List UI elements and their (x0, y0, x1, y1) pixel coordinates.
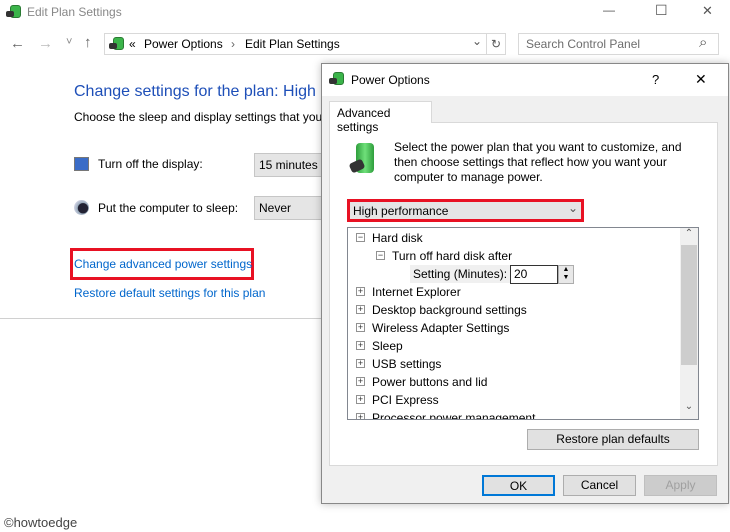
settings-tree[interactable]: − Hard disk − Turn off hard disk after Set… (347, 227, 699, 420)
expand-icon[interactable]: + (356, 359, 365, 369)
search-input[interactable]: Search Control Panel ⌕ (518, 33, 719, 55)
address-dropdown-icon[interactable]: ⌄ (472, 34, 482, 48)
power-options-icon (109, 36, 125, 52)
tree-item-label: USB settings (372, 357, 442, 371)
expand-icon[interactable]: + (356, 377, 365, 387)
setting-minutes-input[interactable]: 20 (510, 265, 558, 284)
refresh-button[interactable]: ↻ (486, 34, 505, 54)
expand-icon[interactable]: + (356, 287, 365, 297)
expand-icon[interactable]: + (356, 323, 365, 333)
tree-item-processor-power[interactable]: + Processor power management (356, 409, 536, 420)
tree-item-desktop-background[interactable]: + Desktop background settings (356, 301, 527, 319)
help-button[interactable]: ? (652, 72, 659, 87)
restore-default-settings-link[interactable]: Restore default settings for this plan (74, 286, 265, 300)
tree-item-usb-settings[interactable]: + USB settings (356, 355, 441, 373)
setting-minutes-label: Setting (Minutes): (410, 265, 511, 283)
collapse-icon[interactable]: − (356, 233, 365, 243)
tree-item-label: Turn off hard disk after (392, 249, 513, 263)
power-options-icon (329, 71, 345, 87)
recent-locations-button[interactable]: ˅ (66, 36, 72, 48)
sleep-setting-label: Put the computer to sleep: (98, 201, 239, 215)
intro-line: computer to manage power. (394, 170, 543, 184)
minimize-button[interactable]: — (603, 3, 615, 17)
display-clock-icon (74, 157, 89, 171)
expand-icon[interactable]: + (356, 341, 365, 351)
sleep-timeout-select[interactable]: Never (254, 196, 324, 220)
forward-button[interactable]: → (38, 35, 53, 52)
tree-item-sleep[interactable]: + Sleep (356, 337, 403, 355)
display-timeout-select[interactable]: 15 minutes (254, 153, 324, 177)
scroll-up-icon[interactable]: ⌃ (680, 228, 698, 245)
breadcrumb-power-options[interactable]: Power Options (144, 37, 223, 51)
tree-item-label: Internet Explorer (372, 285, 461, 299)
back-button[interactable]: ← (10, 35, 25, 52)
breadcrumb-prefix[interactable]: « (129, 37, 136, 51)
tree-item-pci-express[interactable]: + PCI Express (356, 391, 439, 409)
intro-line: then choose settings that reflect how yo… (394, 155, 667, 169)
tree-item-label: PCI Express (372, 393, 439, 407)
expand-icon[interactable]: + (356, 305, 365, 315)
ok-button[interactable]: OK (482, 475, 555, 496)
dialog-close-button[interactable]: ✕ (695, 71, 707, 88)
advanced-settings-panel: Select the power plan that you want to c… (329, 122, 718, 466)
tree-item-wireless-adapter[interactable]: + Wireless Adapter Settings (356, 319, 509, 337)
scroll-down-icon[interactable]: ⌄ (680, 401, 698, 418)
power-options-dialog: Power Options ? ✕ Advanced settings Sele… (321, 63, 729, 504)
search-icon[interactable]: ⌕ (699, 34, 707, 51)
power-plan-select[interactable]: High performance ⌄ (347, 199, 584, 222)
chevron-right-icon: › (231, 37, 235, 51)
tree-item-label: Power buttons and lid (372, 375, 488, 389)
page-title: Change settings for the plan: High p (74, 83, 330, 100)
display-setting-label: Turn off the display: (98, 157, 203, 171)
dialog-title-bar: Power Options ? ✕ (322, 64, 728, 96)
apply-button[interactable]: Apply (644, 475, 717, 496)
tree-item-label: Processor power management (372, 411, 536, 420)
breadcrumb-edit-plan-settings[interactable]: Edit Plan Settings (245, 37, 340, 51)
tree-item-internet-explorer[interactable]: + Internet Explorer (356, 283, 461, 301)
expand-icon[interactable]: + (356, 413, 365, 419)
chevron-down-icon: ⌄ (568, 201, 579, 215)
tree-item-label: Hard disk (372, 231, 423, 245)
intro-line: Select the power plan that you want to c… (394, 140, 682, 154)
minutes-spinner[interactable]: ▲ ▼ (558, 265, 574, 284)
tree-item-hard-disk[interactable]: − Hard disk (356, 229, 423, 247)
tree-item-turn-off-hard-disk[interactable]: − Turn off hard disk after (376, 247, 512, 265)
collapse-icon[interactable]: − (376, 251, 385, 261)
dialog-title: Power Options (351, 73, 430, 87)
change-advanced-power-settings-link[interactable]: Change advanced power settings (74, 257, 252, 271)
tree-item-power-buttons[interactable]: + Power buttons and lid (356, 373, 487, 391)
maximize-button[interactable]: ☐ (655, 2, 668, 19)
page-subtitle: Choose the sleep and display settings th… (74, 110, 323, 124)
scrollbar-thumb[interactable] (681, 245, 697, 365)
tab-advanced-settings[interactable]: Advanced settings (329, 101, 432, 134)
cancel-button[interactable]: Cancel (563, 475, 636, 496)
power-options-icon (6, 4, 22, 20)
tree-item-label: Wireless Adapter Settings (372, 321, 510, 335)
search-placeholder: Search Control Panel (526, 37, 641, 51)
dialog-intro: Select the power plan that you want to c… (394, 140, 682, 185)
restore-plan-defaults-button[interactable]: Restore plan defaults (527, 429, 699, 450)
close-button[interactable]: ✕ (702, 3, 713, 19)
expand-icon[interactable]: + (356, 395, 365, 405)
tree-item-label: Sleep (372, 339, 403, 353)
tree-item-label: Desktop background settings (372, 303, 527, 317)
up-button[interactable]: ↑ (84, 34, 92, 51)
watermark: ©howtoedge (4, 515, 78, 530)
battery-plug-icon (348, 143, 376, 177)
moon-icon (74, 200, 89, 215)
address-bar[interactable]: « Power Options › Edit Plan Settings ⌄ ↻ (104, 33, 506, 55)
tree-scrollbar[interactable]: ⌃ ⌄ (680, 228, 698, 419)
power-plan-value: High performance (353, 204, 449, 218)
window-title: Edit Plan Settings (27, 5, 122, 19)
divider (0, 318, 322, 319)
